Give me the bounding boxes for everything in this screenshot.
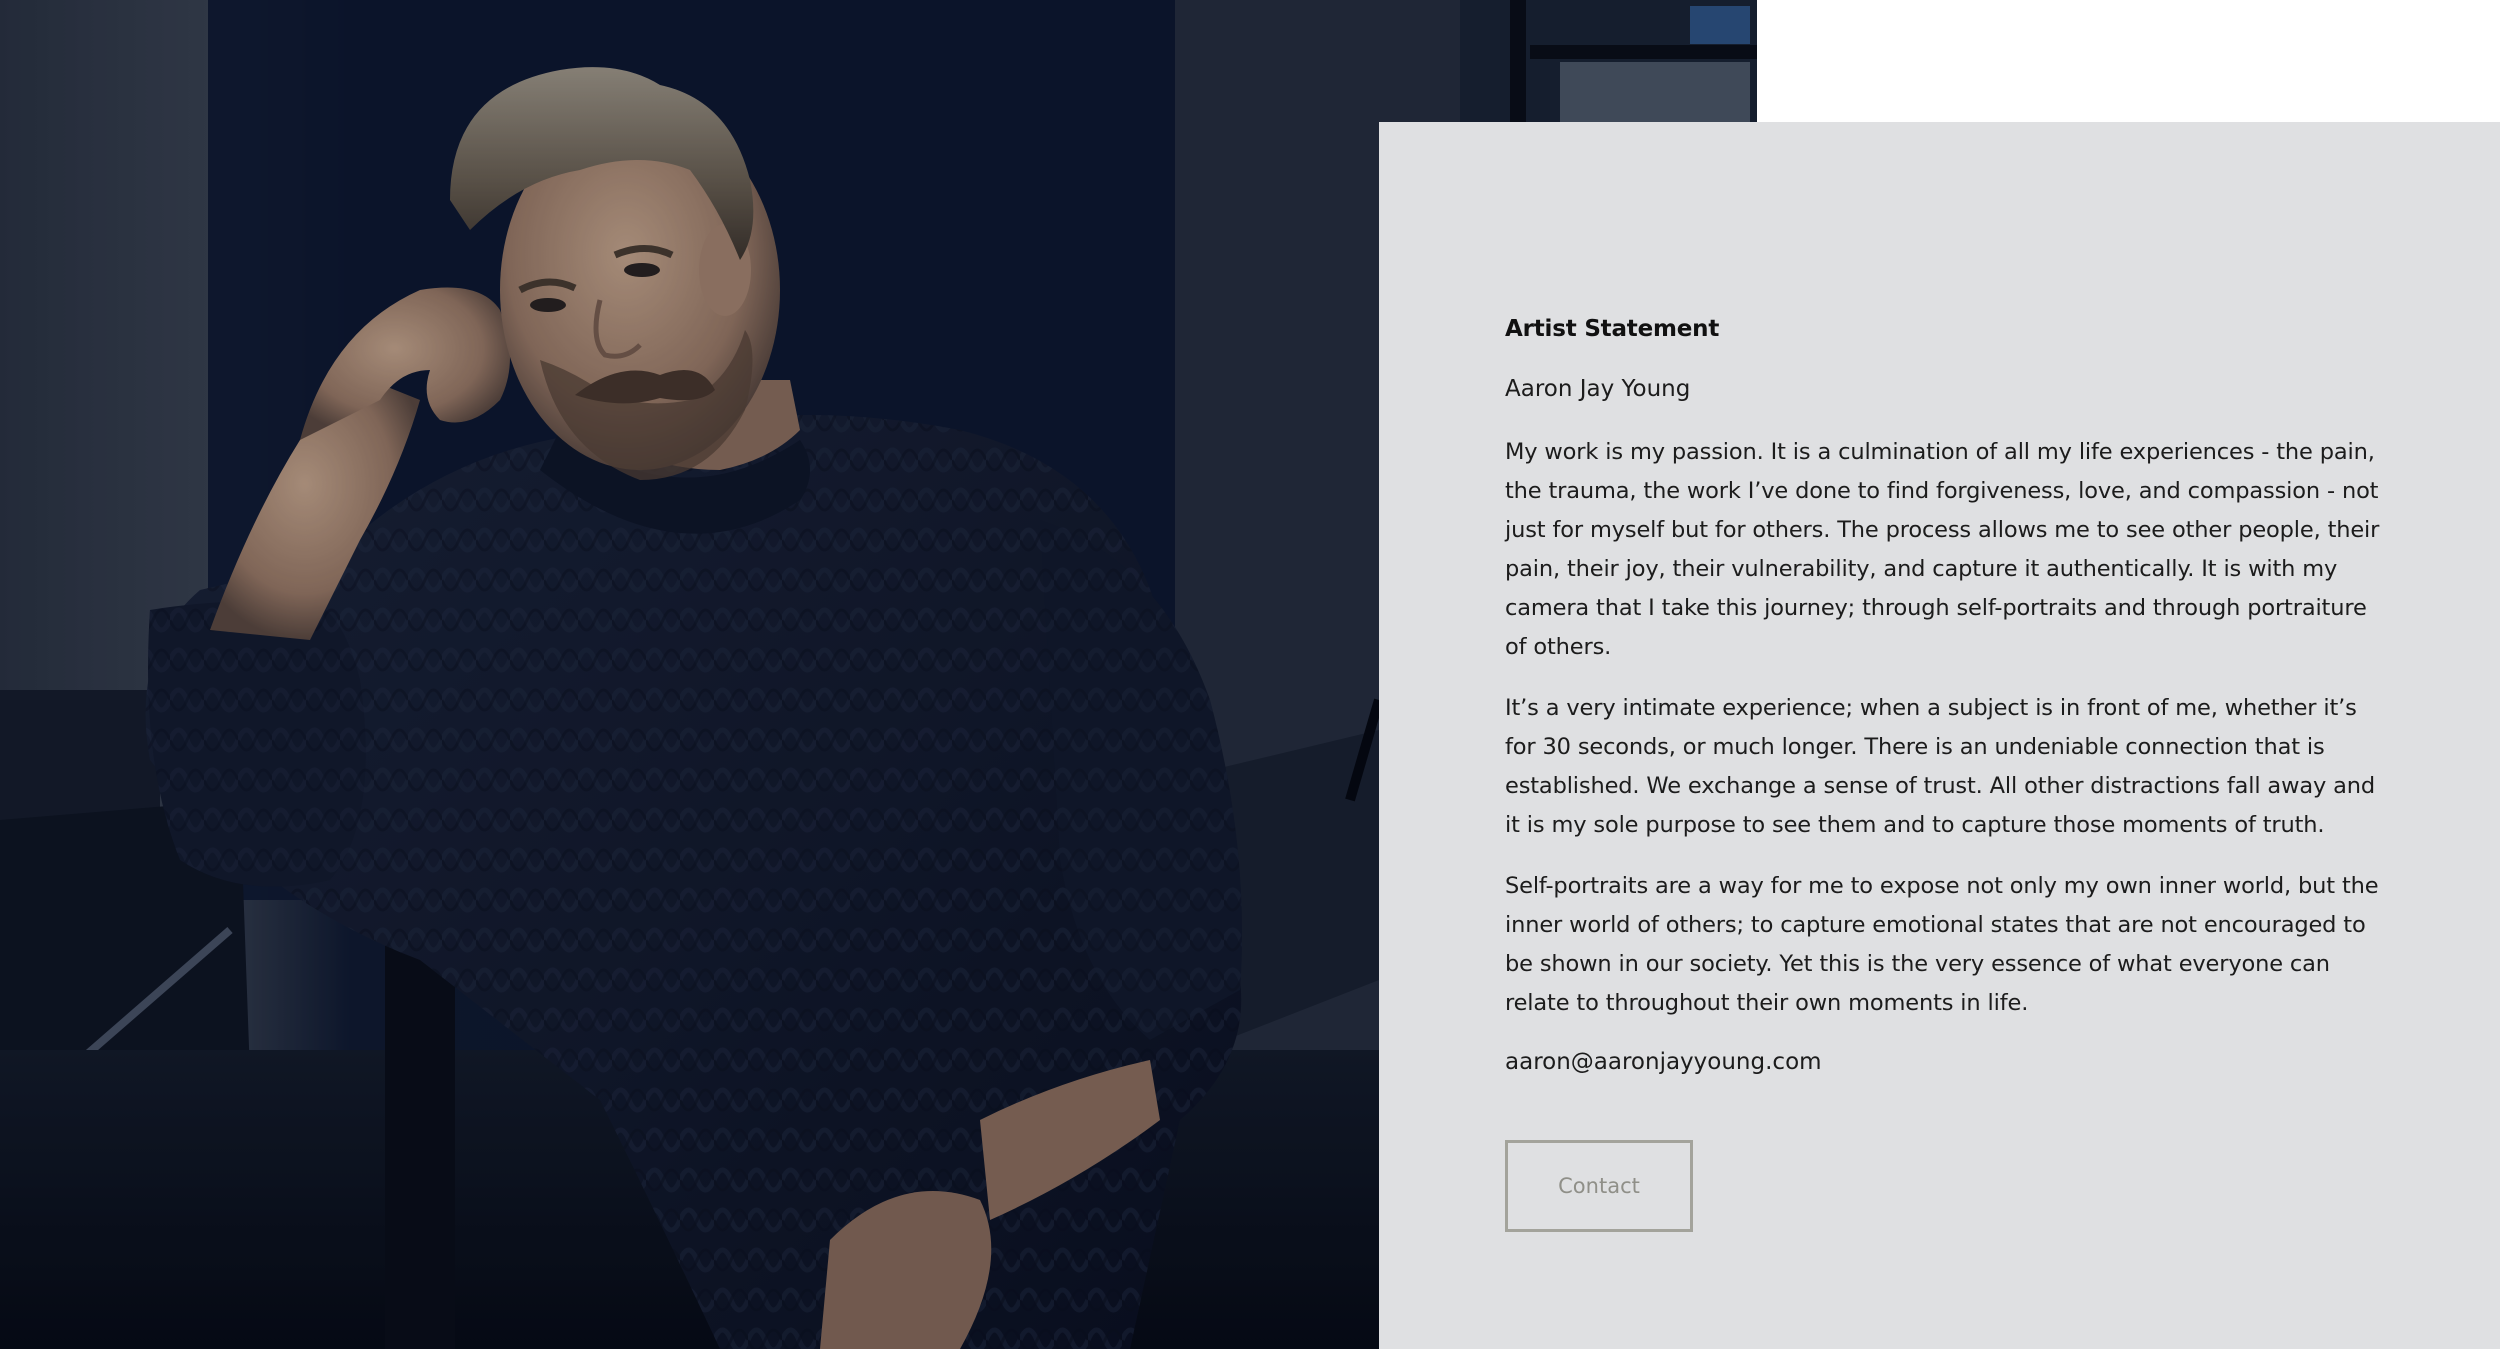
statement-panel: Artist Statement Aaron Jay Young My work… (1379, 122, 2500, 1349)
contact-button[interactable]: Contact (1505, 1140, 1693, 1232)
artist-name: Aaron Jay Young (1505, 376, 1691, 402)
statement-paragraph-3: Self-portraits are a way for me to expos… (1505, 873, 2379, 1016)
page: Artist Statement Aaron Jay Young My work… (0, 0, 2500, 1349)
statement-paragraph-1: My work is my passion. It is a culminati… (1505, 439, 2380, 660)
statement-content: Artist Statement Aaron Jay Young My work… (1505, 312, 2385, 1079)
email-link[interactable]: aaron@aaronjayyoung.com (1505, 1045, 1822, 1079)
statement-heading: Artist Statement (1505, 316, 1720, 342)
statement-paragraph-2: It’s a very intimate experience; when a … (1505, 695, 2376, 838)
